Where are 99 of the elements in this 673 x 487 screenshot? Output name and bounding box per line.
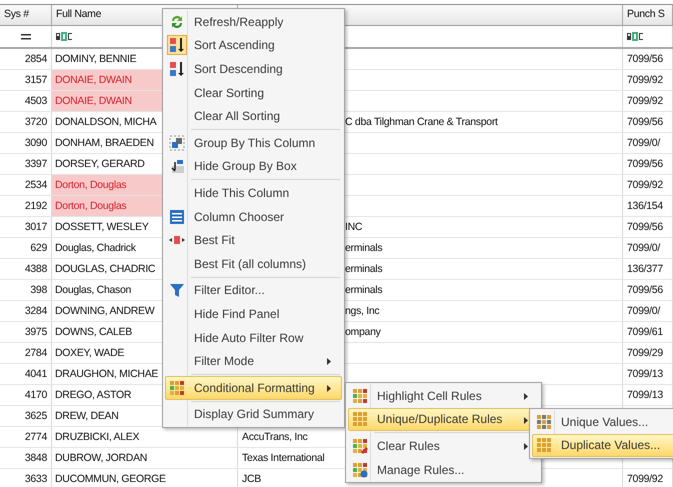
- table-cell: DRUZBICKI, ALEX: [55, 431, 140, 443]
- table-cell: 7099/92: [627, 473, 663, 485]
- table-cell: 136/377: [627, 263, 663, 275]
- table-cell: DOSSETT, WESLEY: [55, 221, 149, 233]
- table-cell: 3284: [24, 305, 47, 317]
- menu-item[interactable]: Display Grid Summary: [165, 402, 342, 426]
- table-cell: 136/154: [627, 200, 663, 212]
- menu-item[interactable]: Best Fit: [165, 228, 342, 252]
- table-cell: 7099/92: [627, 95, 663, 107]
- table-cell: 3633: [24, 473, 47, 485]
- menu-item[interactable]: Group By This Column: [165, 130, 342, 155]
- eraser-grid-icon: [352, 438, 368, 454]
- table-cell: Douglas, Chason: [55, 284, 132, 296]
- table-cell: DOMINY, BENNIE: [55, 53, 136, 65]
- table-cell: DOWNING, ANDREW: [55, 305, 154, 317]
- table-cell: 3397: [24, 158, 47, 170]
- table-cell: 7099/13: [627, 389, 663, 401]
- grid-icon: [169, 380, 185, 396]
- menu-item[interactable]: Hide Find Panel: [165, 302, 342, 326]
- table-cell: 3090: [24, 137, 47, 149]
- table-cell: erminals: [345, 242, 382, 254]
- table-cell: 7099/0/: [627, 137, 660, 149]
- table-cell: 2534: [24, 179, 47, 191]
- table-cell: 7099/13: [627, 368, 663, 380]
- table-cell: 7099/0/: [627, 242, 660, 254]
- menu-item[interactable]: Best Fit (all columns): [165, 252, 342, 276]
- table-cell: 7099/56: [627, 53, 663, 65]
- table-cell: 3720: [24, 116, 47, 128]
- table-cell: AccuTrans, Inc: [242, 431, 308, 443]
- filter-icon: [169, 282, 185, 298]
- group-icon: [169, 134, 185, 151]
- menu-item[interactable]: Filter Editor...: [165, 278, 342, 302]
- table-cell: Douglas, Chadrick: [55, 242, 136, 254]
- list-icon: [169, 208, 185, 225]
- table-cell: DORSEY, GERARD: [55, 158, 145, 170]
- menu-item[interactable]: Refresh/Reapply: [165, 10, 342, 34]
- text-filter-icon[interactable]: [56, 32, 72, 41]
- table-cell: DOWNS, CALEB: [55, 326, 132, 338]
- table-cell: 7099/92: [627, 179, 663, 191]
- table-cell: DREGO, ASTOR: [55, 389, 132, 401]
- table-cell: 3625: [24, 410, 47, 422]
- table-cell: 3017: [24, 221, 47, 233]
- gear-grid-icon: [352, 462, 368, 478]
- equals-icon[interactable]: [20, 34, 30, 40]
- table-cell: 3157: [24, 74, 47, 86]
- table-cell: 7099/56: [627, 284, 663, 296]
- table-cell: DUCOMMUN, GEORGE: [55, 473, 166, 485]
- table-cell: ompany: [345, 326, 381, 338]
- table-cell: 7099/92: [627, 74, 663, 86]
- table-cell: 7099/56: [627, 158, 663, 170]
- grid-icon: [536, 437, 552, 454]
- table-cell: 3975: [24, 326, 47, 338]
- table-cell: INC: [345, 221, 362, 233]
- table-cell: DUBROW, JORDAN: [55, 452, 148, 464]
- refresh-icon: [169, 14, 185, 30]
- table-cell: 4170: [24, 389, 47, 401]
- table-cell: DOXEY, WADE: [55, 347, 124, 359]
- table-cell: C dba Tilghman Crane & Transport: [345, 116, 498, 128]
- column-header[interactable]: Full Name: [56, 8, 102, 20]
- column-header[interactable]: Punch S: [627, 8, 665, 20]
- table-cell: erminals: [345, 284, 382, 296]
- column-header[interactable]: Sys #: [4, 8, 29, 20]
- table-cell: DRAUGHON, MICHAE: [55, 368, 158, 380]
- menu-item[interactable]: Hide Auto Filter Row: [165, 326, 342, 350]
- table-cell: 7099/61: [627, 326, 663, 338]
- table-cell: 3848: [24, 452, 47, 464]
- grid-icon: [352, 411, 368, 428]
- text-filter-icon[interactable]: [627, 32, 643, 41]
- table-cell: 7099/56: [627, 221, 663, 233]
- table-cell: 629: [30, 242, 47, 254]
- table-cell: 4503: [24, 95, 47, 107]
- table-cell: ngs, Inc: [345, 305, 380, 317]
- table-cell: DONALDSON, MICHA: [55, 116, 156, 128]
- grid-icon: [536, 414, 552, 430]
- menu-item[interactable]: Duplicate Values...: [532, 434, 673, 458]
- table-cell: DOUGLAS, CHADRIC: [55, 263, 156, 275]
- table-cell: 4041: [24, 368, 47, 380]
- menu-item[interactable]: Highlight Cell Rules: [348, 384, 539, 408]
- menu-item[interactable]: Conditional Formatting: [165, 376, 342, 400]
- menu-item[interactable]: Sort Ascending: [165, 34, 342, 58]
- table-cell: JCB: [242, 473, 261, 485]
- table-cell: DREW, DEAN: [55, 410, 119, 422]
- table-cell: 2192: [24, 200, 47, 212]
- menu-item[interactable]: Filter Mode: [165, 349, 342, 373]
- table-cell: 4388: [24, 263, 47, 275]
- table-cell: 398: [30, 284, 47, 296]
- group-box-icon: [169, 158, 185, 174]
- grid-icon: [352, 388, 368, 404]
- table-cell: 2774: [24, 431, 47, 443]
- menu-item[interactable]: Manage Rules...: [348, 458, 539, 482]
- table-cell: 2854: [24, 53, 47, 65]
- table-cell: Texas International: [242, 452, 324, 464]
- table-cell: 7099/0/: [627, 305, 660, 317]
- table-cell: 7099/56: [627, 116, 663, 128]
- sort-descending-icon: [169, 60, 185, 77]
- table-cell: DONHAM, BRAEDEN: [55, 137, 154, 149]
- table-cell: 7099/29: [627, 347, 663, 359]
- table-cell: erminals: [345, 263, 382, 275]
- table-cell: 2784: [24, 347, 47, 359]
